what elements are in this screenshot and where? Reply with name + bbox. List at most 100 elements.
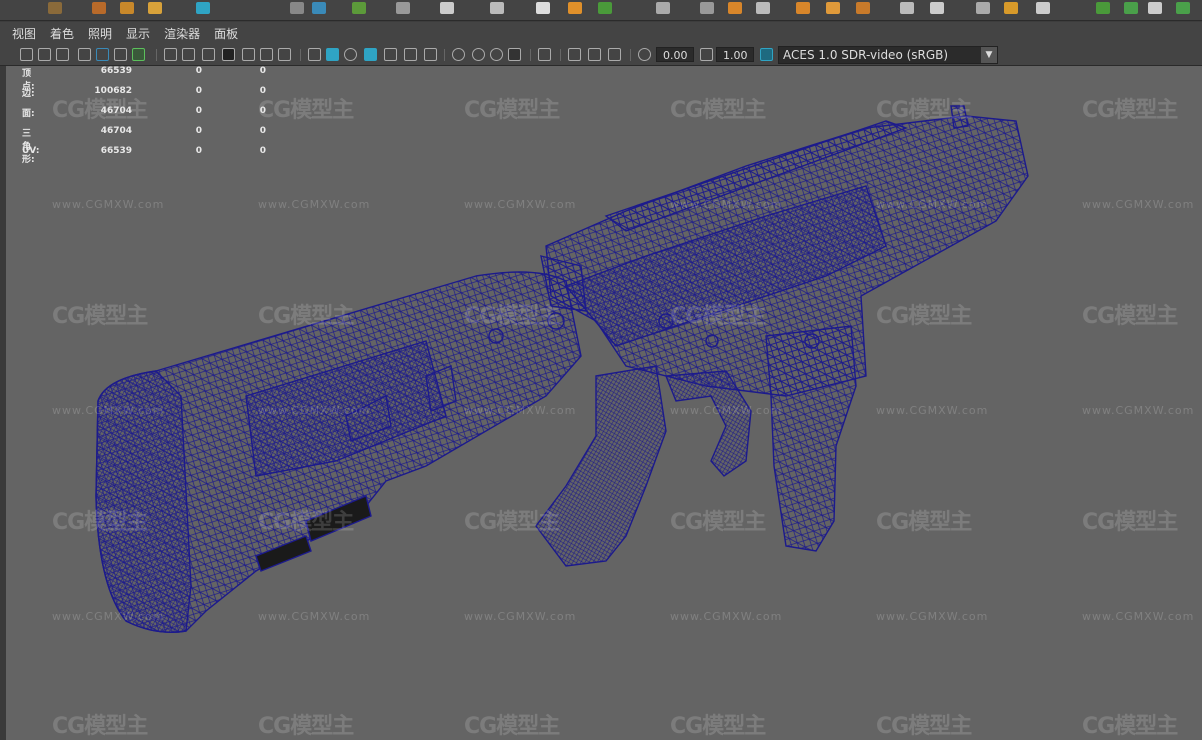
watermark-logo: CG模型主 [876,510,972,535]
shelf-tool-icon[interactable] [700,2,714,14]
shelf-tool-icon[interactable] [976,2,990,14]
color-space-label: ACES 1.0 SDR-video (sRGB) [783,48,949,62]
menu-panels[interactable]: 面板 [214,25,238,42]
toolbar-separator [530,49,531,61]
shelf-tool-icon[interactable] [92,2,106,14]
hud-value: 46704 [100,106,132,116]
lights-icon[interactable] [404,48,417,61]
shelf-tool-icon[interactable] [728,2,742,14]
shelf-tool-icon[interactable] [48,2,62,14]
shelf-tool-icon[interactable] [1096,2,1110,14]
color-space-dropdown[interactable]: ACES 1.0 SDR-video (sRGB) ▼ [778,46,998,64]
menu-renderer[interactable]: 渲染器 [164,25,200,42]
watermark-logo: CG模型主 [1082,510,1178,535]
watermark-logo: CG模型主 [464,510,560,535]
shelf-tool-icon[interactable] [120,2,134,14]
shelf-tool-icon[interactable] [756,2,770,14]
2d-pan-icon[interactable] [96,48,109,61]
hud-value: 0 [259,66,266,76]
menu-view[interactable]: 视图 [12,25,36,42]
watermark-url: www.CGMXW.com [258,198,371,211]
shelf-tool-icon[interactable] [396,2,410,14]
watermark-url: www.CGMXW.com [258,404,371,417]
hud-value: 0 [259,126,266,136]
toolbar-separator [560,49,561,61]
hud-value: 0 [259,86,266,96]
wireframe-icon[interactable] [308,48,321,61]
grease-pencil-icon[interactable] [114,48,127,61]
safe-action-icon[interactable] [260,48,273,61]
hud-label: 边: [22,89,35,99]
3d-viewport[interactable]: CG模型主 CG模型主 CG模型主 CG模型主 CG模型主 CG模型主 www.… [6,66,1202,740]
smooth-shade-icon[interactable] [326,48,339,61]
wireframe-on-shaded-icon[interactable] [364,48,377,61]
watermark-url: www.CGMXW.com [464,610,577,623]
watermark-logo: CG模型主 [258,510,354,535]
shelf-tool-icon[interactable] [352,2,366,14]
shelf-tool-icon[interactable] [490,2,504,14]
gate-mask-icon[interactable] [222,48,235,61]
backface-culling-icon[interactable] [608,48,621,61]
shelf-tool-icon[interactable] [196,2,210,14]
chevron-down-icon: ▼ [981,47,997,63]
hud-value: 0 [259,146,266,156]
shelf-tool-icon[interactable] [1176,2,1190,14]
isolate-select-icon[interactable] [538,48,551,61]
shelf-tool-icon[interactable] [856,2,870,14]
anti-aliasing-icon[interactable] [490,48,503,61]
watermark-logo: CG模型主 [52,510,148,535]
field-chart-icon[interactable] [242,48,255,61]
hud-value: 0 [195,146,202,156]
shelf-tool-icon[interactable] [796,2,810,14]
shelf-tool-icon[interactable] [1124,2,1138,14]
shelf-tool-icon[interactable] [1148,2,1162,14]
watermark-url: www.CGMXW.com [670,610,783,623]
pencil-icon[interactable] [132,48,145,61]
color-management-icon[interactable] [760,48,773,61]
film-gate-icon[interactable] [182,48,195,61]
shelf-tool-icon[interactable] [568,2,582,14]
camera-select-icon[interactable] [20,48,33,61]
watermark-logo: CG模型主 [670,98,766,123]
watermark-url: www.CGMXW.com [258,610,371,623]
menu-shading[interactable]: 着色 [50,25,74,42]
shelf-tool-icon[interactable] [656,2,670,14]
shelf-tool-icon[interactable] [536,2,550,14]
exposure-icon[interactable] [638,48,651,61]
bookmark-icon[interactable] [56,48,69,61]
exposure-field[interactable]: 0.00 [656,47,694,62]
menu-lighting[interactable]: 照明 [88,25,112,42]
gamma-field[interactable]: 1.00 [716,47,754,62]
watermark-logo: CG模型主 [1082,304,1178,329]
shelf-tool-icon[interactable] [148,2,162,14]
hud-value: 0 [195,126,202,136]
shelf-tool-icon[interactable] [440,2,454,14]
shelf-tool-icon[interactable] [1036,2,1050,14]
shelf-tool-icon[interactable] [312,2,326,14]
watermark-url: www.CGMXW.com [876,610,989,623]
shadows-icon[interactable] [424,48,437,61]
shelf-tool-icon[interactable] [826,2,840,14]
grid-icon[interactable] [164,48,177,61]
image-plane-icon[interactable] [78,48,91,61]
depth-of-field-icon[interactable] [508,48,521,61]
resolution-gate-icon[interactable] [202,48,215,61]
menu-show[interactable]: 显示 [126,25,150,42]
xray-joints-icon[interactable] [568,48,581,61]
shelf-tool-icon[interactable] [290,2,304,14]
motion-blur-icon[interactable] [472,48,485,61]
watermark-logo: CG模型主 [464,98,560,123]
xray-active-icon[interactable] [588,48,601,61]
screen-space-ao-icon[interactable] [452,48,465,61]
xray-icon[interactable] [384,48,397,61]
camera-attributes-icon[interactable] [38,48,51,61]
shelf-tool-icon[interactable] [598,2,612,14]
shelf-tool-icon[interactable] [900,2,914,14]
default-material-icon[interactable] [344,48,357,61]
safe-title-icon[interactable] [278,48,291,61]
shelf-tool-icon[interactable] [930,2,944,14]
watermark-logo: CG模型主 [670,714,766,739]
gamma-icon[interactable] [700,48,713,61]
weapon-wireframe-model [95,105,1029,633]
shelf-tool-icon[interactable] [1004,2,1018,14]
